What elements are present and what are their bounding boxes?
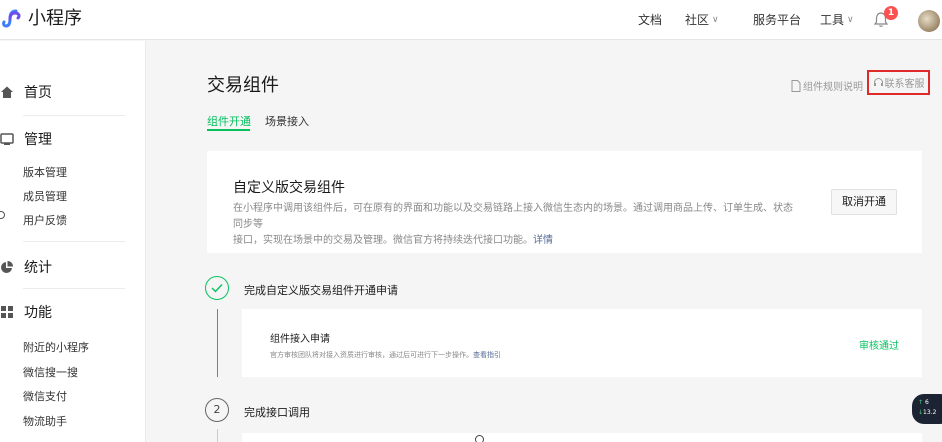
nav-service-platform[interactable]: 服务平台 [753, 0, 801, 40]
sidebar-item-version[interactable]: 版本管理 [23, 165, 67, 181]
chevron-down-icon: ∨ [847, 15, 854, 25]
nav-community-label: 社区 [685, 13, 710, 27]
sidebar-item-home[interactable]: 首页 [0, 80, 52, 104]
sub-step-title: 组件接入申请 [270, 334, 330, 345]
cancel-activation-button[interactable]: 取消开通 [831, 189, 897, 215]
nav-docs[interactable]: 文档 [638, 0, 662, 40]
cursor-marker [0, 211, 5, 219]
rules-doc-link[interactable]: 组件规则说明 [791, 78, 863, 93]
upload-arrow-icon: ↑ [918, 399, 924, 406]
miniprogram-logo-icon [2, 9, 21, 28]
grid-icon [1, 306, 13, 318]
sidebar-item-features-label: 功能 [24, 305, 52, 321]
sidebar-item-stats[interactable]: 统计 [0, 255, 52, 279]
sidebar-item-nearby[interactable]: 附近的小程序 [23, 340, 89, 356]
sidebar-item-search[interactable]: 微信搜一搜 [23, 365, 78, 381]
step-connector [217, 309, 218, 377]
sub-step-desc-text: 官方审核团队将对接入资质进行审核，通过后可进行下一步操作。 [270, 351, 473, 359]
nav-community[interactable]: 社区 ∨ [685, 0, 719, 40]
pie-chart-icon [1, 261, 14, 273]
home-icon [1, 86, 13, 98]
contact-support-button[interactable]: 联系客服 [867, 70, 930, 95]
top-bar: 小程序 文档 社区 ∨ 服务平台 工具 ∨ 1 [0, 0, 942, 40]
sidebar-item-logistics[interactable]: 物流助手 [23, 414, 67, 430]
nav-tools[interactable]: 工具 ∨ [820, 0, 854, 40]
intro-details-link[interactable]: 详情 [533, 235, 553, 246]
sidebar-item-pay[interactable]: 微信支付 [23, 389, 67, 405]
tab-activation[interactable]: 组件开通 [207, 113, 251, 129]
contact-support-label: 联系客服 [884, 79, 925, 90]
widget-line1: 6 [924, 399, 929, 406]
sidebar-divider [23, 288, 125, 289]
tab-scene-access[interactable]: 场景接入 [265, 113, 309, 129]
page-title: 交易组件 [207, 75, 279, 96]
notification-badge: 1 [884, 6, 898, 20]
widget-line2: 13.2 [923, 409, 937, 416]
sidebar-item-members[interactable]: 成员管理 [23, 189, 67, 205]
sidebar-item-manage[interactable]: 管理 [0, 127, 52, 151]
sidebar-item-feedback[interactable]: 用户反馈 [23, 213, 67, 229]
step-2-sub-card [242, 433, 922, 442]
view-guide-link[interactable]: 查看指引 [473, 351, 501, 359]
main-content: 交易组件 组件规则说明 联系客服 组件开通 场景接入 自定义版交易组件 在小程序… [147, 41, 942, 442]
intro-description: 在小程序中调用该组件后，可在原有的界面和功能以及交易链路上接入微信生态内的场景。… [233, 201, 793, 249]
manage-icon [0, 133, 14, 145]
step-1-sub-card: 组件接入申请 官方审核团队将对接入资质进行审核，通过后可进行下一步操作。查看指引… [242, 309, 922, 377]
chevron-down-icon: ∨ [712, 15, 719, 25]
sidebar-item-manage-label: 管理 [24, 132, 52, 148]
user-avatar[interactable] [918, 10, 940, 32]
headset-icon [873, 78, 883, 86]
sidebar-item-home-label: 首页 [24, 85, 52, 101]
check-icon [211, 284, 223, 293]
step-complete-icon [205, 276, 229, 300]
sub-step-description: 官方审核团队将对接入资质进行审核，通过后可进行下一步操作。查看指引 [270, 350, 501, 360]
logo[interactable]: 小程序 [2, 8, 82, 30]
intro-card: 自定义版交易组件 在小程序中调用该组件后，可在原有的界面和功能以及交易链路上接入… [207, 151, 922, 253]
sidebar-item-features[interactable]: 功能 [0, 300, 52, 324]
intro-desc-line2: 接口，实现在场景中的交易及管理。微信官方将持续迭代接口功能。 [233, 235, 533, 246]
sidebar-divider [23, 241, 125, 242]
rules-doc-link-label: 组件规则说明 [803, 82, 863, 93]
step-connector [217, 429, 218, 442]
intro-desc-line1: 在小程序中调用该组件后，可在原有的界面和功能以及交易链路上接入微信生态内的场景。… [233, 203, 793, 230]
nav-service-label: 服务平台 [753, 13, 802, 27]
nav-tools-label: 工具 [820, 13, 845, 27]
step-1-label: 完成自定义版交易组件开通申请 [244, 284, 398, 297]
intro-title: 自定义版交易组件 [233, 180, 345, 196]
step-2-label: 完成接口调用 [244, 406, 310, 419]
document-icon [791, 79, 801, 92]
sidebar-divider [23, 115, 125, 116]
nav-docs-label: 文档 [638, 13, 663, 27]
cursor-marker [475, 435, 484, 442]
network-speed-widget[interactable]: ↑ 6 ↓13.2 [912, 394, 942, 424]
logo-text: 小程序 [28, 8, 82, 29]
sidebar-item-stats-label: 统计 [24, 260, 52, 276]
step-2-number: 2 [205, 398, 229, 422]
active-tab-underline [207, 129, 250, 131]
status-approved: 审核通过 [859, 341, 899, 352]
sidebar: 首页 管理 版本管理 成员管理 用户反馈 统计 功能 附近的小程序 微信搜一搜 … [0, 41, 146, 442]
